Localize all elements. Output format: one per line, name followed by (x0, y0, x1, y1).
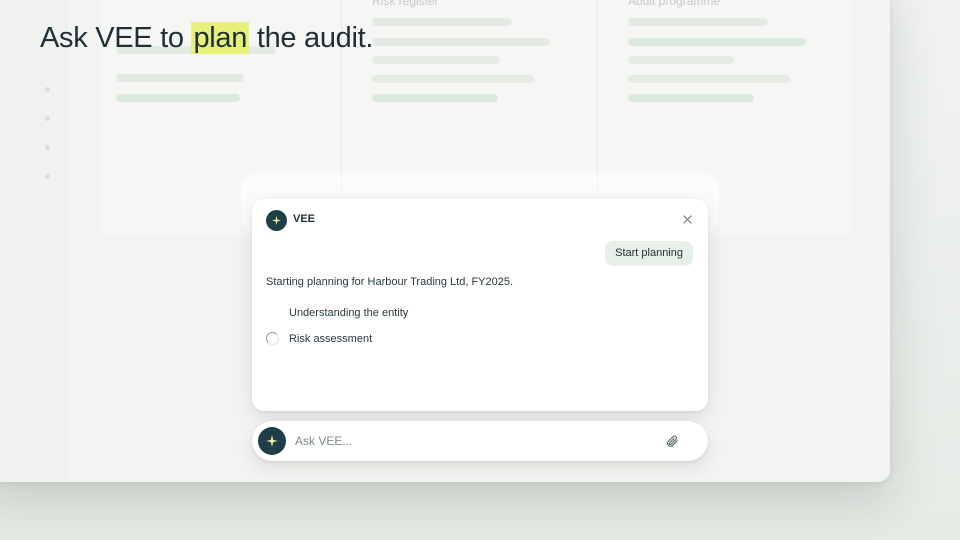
placeholder-line (372, 56, 500, 64)
close-icon (682, 214, 692, 224)
chat-input-bar (252, 421, 708, 461)
placeholder-line (628, 75, 790, 83)
placeholder-line (628, 18, 768, 26)
placeholder-line (116, 74, 244, 82)
vee-avatar (266, 210, 287, 231)
headline-highlight: plan (191, 22, 250, 54)
placeholder-line (372, 94, 498, 102)
sidebar-dot (45, 174, 50, 179)
headline-before: Ask VEE to (40, 22, 192, 54)
vee-avatar (258, 427, 286, 455)
column-title: Risk register (372, 0, 439, 8)
sidebar-dot (45, 116, 50, 121)
close-button[interactable] (678, 210, 696, 228)
step-label: Risk assessment (289, 333, 373, 345)
step-label: Understanding the entity (289, 307, 409, 319)
assistant-message: Starting planning for Harbour Trading Lt… (266, 276, 514, 288)
placeholder-line (628, 56, 734, 64)
column-title: Audit programme (628, 0, 721, 8)
placeholder-line (372, 38, 550, 46)
placeholder-line (116, 94, 240, 102)
paperclip-icon (667, 435, 678, 447)
sparkle-icon (266, 435, 278, 447)
chat-input[interactable] (295, 429, 645, 453)
chat-panel: VEE Start planning Starting planning for… (252, 199, 708, 411)
spinner-icon (266, 332, 279, 345)
sidebar-dot (45, 87, 50, 92)
placeholder-line (372, 75, 534, 83)
placeholder-line (628, 94, 754, 102)
attach-button[interactable] (664, 433, 680, 449)
sparkle-icon (271, 215, 282, 226)
sidebar: s n (0, 0, 68, 482)
headline-after: the audit. (249, 22, 374, 54)
user-message: Start planning (605, 241, 693, 266)
placeholder-line (628, 38, 806, 46)
placeholder-line (372, 18, 512, 26)
assistant-name: VEE (293, 213, 316, 225)
headline: Ask VEE to plan the audit. (40, 22, 373, 55)
sidebar-dot (45, 145, 50, 150)
